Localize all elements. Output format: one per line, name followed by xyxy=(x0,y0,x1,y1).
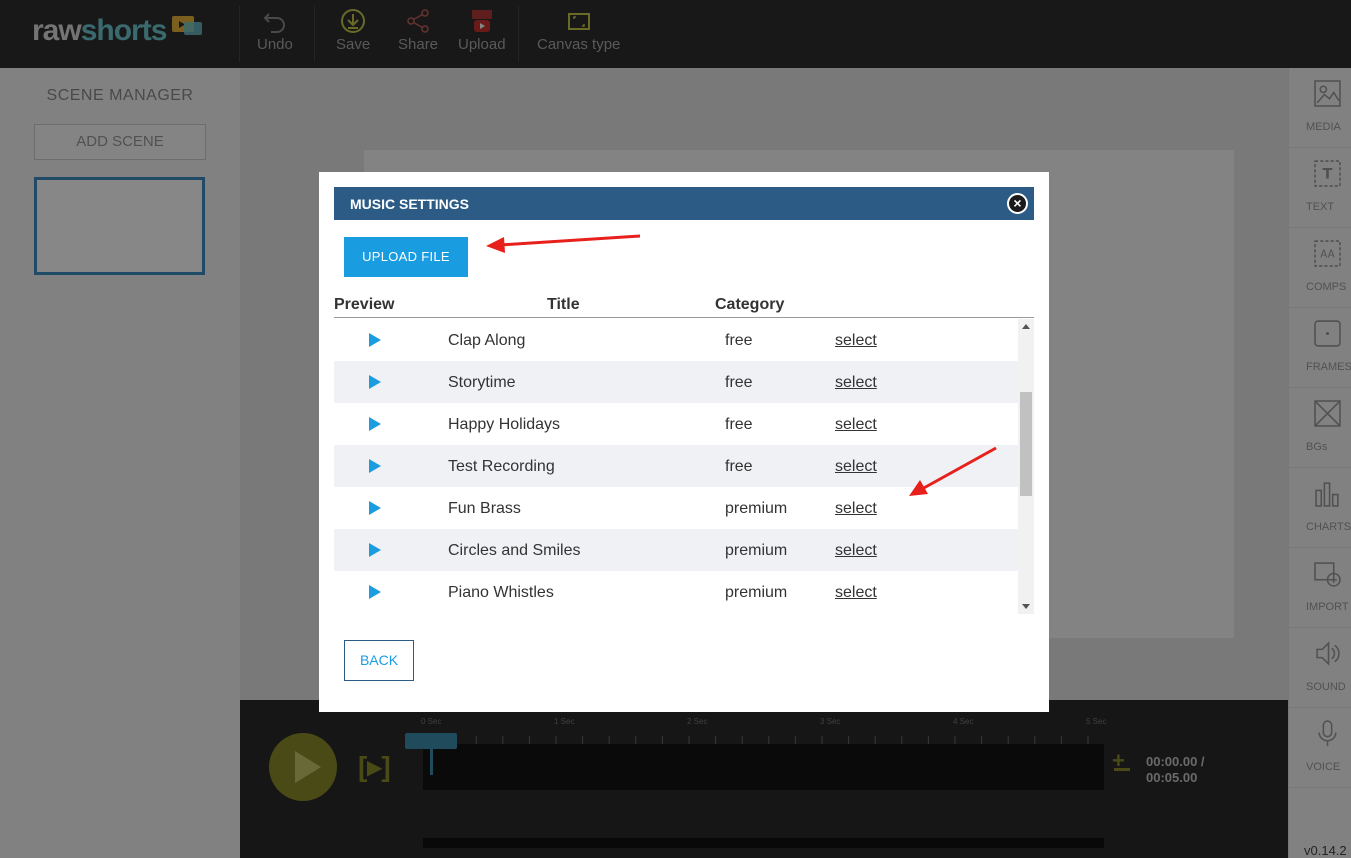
track-category: premium xyxy=(725,542,788,559)
table-row: Piano Whistles premium select xyxy=(334,571,1018,613)
track-category: free xyxy=(725,416,753,433)
scroll-down-arrow-icon[interactable] xyxy=(1022,604,1030,609)
track-category: premium xyxy=(725,584,788,601)
track-category: free xyxy=(725,332,753,349)
track-title: Test Recording xyxy=(448,458,555,475)
track-title: Circles and Smiles xyxy=(448,542,581,559)
modal-title: MUSIC SETTINGS xyxy=(350,196,470,212)
table-row: Storytime free select xyxy=(334,361,1018,403)
table-row: Test Recording free select xyxy=(334,445,1018,487)
track-title: Clap Along xyxy=(448,332,526,349)
back-button[interactable]: BACK xyxy=(344,640,414,681)
column-header-preview: Preview xyxy=(334,296,395,313)
track-title: Fun Brass xyxy=(448,500,521,517)
track-category: free xyxy=(725,458,753,475)
play-preview-icon[interactable] xyxy=(369,585,381,599)
column-header-category: Category xyxy=(715,296,785,313)
table-row: Circles and Smiles premium select xyxy=(334,529,1018,571)
select-track-link[interactable]: select xyxy=(835,500,877,518)
scroll-thumb[interactable] xyxy=(1020,392,1032,496)
play-preview-icon[interactable] xyxy=(369,417,381,431)
select-track-link[interactable]: select xyxy=(835,332,877,350)
play-preview-icon[interactable] xyxy=(369,459,381,473)
track-title: Piano Whistles xyxy=(448,584,554,601)
track-category: premium xyxy=(725,500,788,517)
select-track-link[interactable]: select xyxy=(835,416,877,434)
select-track-link[interactable]: select xyxy=(835,542,877,560)
track-title: Storytime xyxy=(448,374,516,391)
play-preview-icon[interactable] xyxy=(369,501,381,515)
table-header-divider xyxy=(334,317,1034,318)
play-preview-icon[interactable] xyxy=(369,543,381,557)
table-row: Fun Brass premium select xyxy=(334,487,1018,529)
music-settings-modal: MUSIC SETTINGS × UPLOAD FILE Preview Tit… xyxy=(319,172,1049,712)
select-track-link[interactable]: select xyxy=(835,584,877,602)
modal-header: MUSIC SETTINGS × xyxy=(334,187,1034,220)
play-preview-icon[interactable] xyxy=(369,333,381,347)
track-title: Happy Holidays xyxy=(448,416,561,433)
column-header-title: Title xyxy=(547,296,580,313)
upload-file-button[interactable]: UPLOAD FILE xyxy=(344,237,468,277)
track-list-scrollbar[interactable] xyxy=(1018,319,1034,614)
scroll-up-arrow-icon[interactable] xyxy=(1022,324,1030,329)
track-category: free xyxy=(725,374,753,391)
table-row: Happy Holidays free select xyxy=(334,403,1018,445)
select-track-link[interactable]: select xyxy=(835,374,877,392)
close-icon[interactable]: × xyxy=(1007,193,1028,214)
table-row: Clap Along free select xyxy=(334,319,1018,361)
play-preview-icon[interactable] xyxy=(369,375,381,389)
select-track-link[interactable]: select xyxy=(835,458,877,476)
music-track-list: Clap Along free select Storytime free select H… xyxy=(334,319,1018,614)
